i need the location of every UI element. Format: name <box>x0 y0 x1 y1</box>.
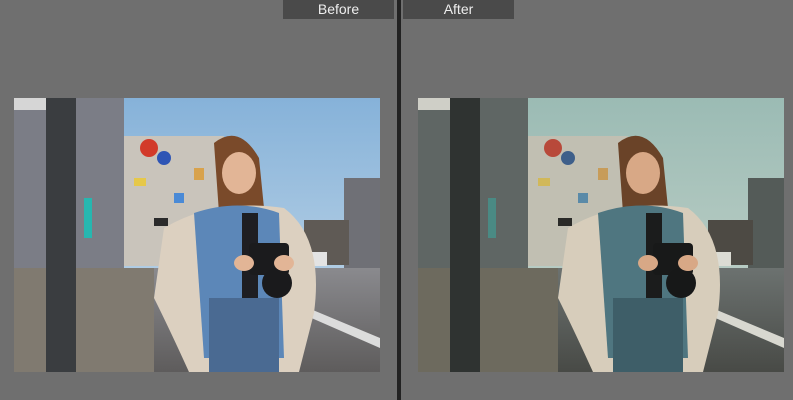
after-pane: After <box>401 0 793 400</box>
before-pane: Before <box>0 0 397 400</box>
before-photo-image <box>14 98 380 372</box>
before-label: Before <box>283 0 394 19</box>
after-photo-image <box>418 98 784 372</box>
after-photo <box>418 98 784 372</box>
after-label: After <box>403 0 514 19</box>
before-photo <box>14 98 380 372</box>
